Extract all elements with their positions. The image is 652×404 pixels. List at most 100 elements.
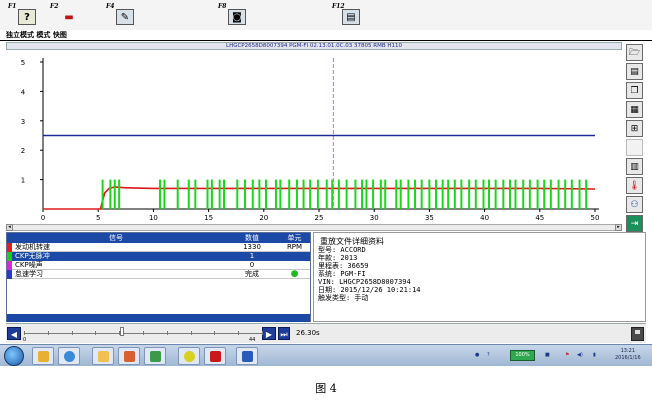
help-tray-icon[interactable]: ? — [487, 352, 490, 358]
y-tick-label: 2 — [21, 147, 25, 155]
x-tick-label: 0 — [41, 214, 45, 222]
col-unit: 单元 — [287, 234, 302, 242]
clock-date: 2016/1/16 — [615, 355, 641, 361]
tray-icon[interactable]: ■ — [545, 352, 550, 358]
signal-name: CKP无脉冲 — [15, 252, 50, 260]
flag-icon[interactable]: ⚑ — [565, 352, 569, 358]
detail-model: 型号: ACCORD — [318, 246, 366, 254]
clock[interactable]: 13:21 2016/1/16 — [615, 348, 641, 362]
timeline-tick — [214, 331, 216, 335]
detail-odometer: 里程表: 36659 — [318, 262, 369, 270]
copy-icon[interactable]: ❐ — [626, 82, 643, 99]
taskbar-app-chrome[interactable] — [178, 347, 200, 365]
timeline-tick — [24, 331, 25, 335]
exit-icon[interactable]: ⇥ — [626, 215, 643, 232]
scroll-left-arrow-icon[interactable]: ◂ — [6, 224, 13, 231]
taskbar-app-explorer[interactable] — [32, 347, 54, 365]
help-icon: ? — [18, 9, 36, 25]
table-row[interactable]: CKP噪声 0 — [7, 261, 310, 270]
y-tick-label: 3 — [21, 118, 25, 126]
replay-timeline: ◀ 0 44 ▶ ⏭ 26.30s — [6, 323, 646, 343]
x-tick-label: 20 — [259, 214, 268, 222]
table-row[interactable]: CKP无脉冲 1 — [7, 252, 310, 261]
signal-chart: 0 5 10 15 20 25 30 35 40 45 50 1 2 3 4 5 — [6, 52, 622, 224]
detail-trigger: 触发类型: 手动 — [318, 294, 369, 302]
timeline-tick — [95, 331, 97, 335]
timeline-tick — [47, 331, 49, 335]
x-tick-label: 35 — [425, 214, 434, 222]
y-tick-label: 5 — [21, 59, 25, 67]
x-tick-label: 45 — [535, 214, 544, 222]
menu-bar: 独立模式 模式 快图 — [0, 30, 652, 41]
signal-value: 1 — [249, 252, 255, 260]
timeline-time: 26.30s — [296, 329, 320, 337]
signal-color-swatch — [7, 243, 12, 252]
start-button[interactable] — [4, 346, 24, 366]
x-tick-label: 5 — [96, 214, 100, 222]
y-tick-label: 4 — [21, 88, 26, 96]
taskbar: ● ? 100% ■ ⚑ ◀) ▮ 13:21 2016/1/16 — [0, 344, 652, 366]
x-tick-label: 30 — [370, 214, 379, 222]
print-icon[interactable]: ▤ — [626, 63, 643, 80]
freeze-frame-icon[interactable]: ▥ — [626, 158, 643, 175]
detail-year: 年款: 2013 — [318, 254, 358, 262]
table-row[interactable]: 怠速学习 完成 ● — [7, 270, 310, 279]
signal-unit: ● — [290, 269, 299, 279]
taskbar-app-acrobat[interactable] — [204, 347, 226, 365]
chart-horizontal-scrollbar[interactable]: ◂ ▸ — [6, 224, 622, 231]
network-icon[interactable]: ● — [475, 352, 479, 358]
taskbar-app-word[interactable] — [236, 347, 258, 365]
timeline-tick — [119, 331, 121, 335]
save-record-icon: ◙ — [228, 9, 246, 25]
function-key-toolbar: F1 ? F2 ▬ F4 ✎ F8 ◙ F12 ▤ — [0, 0, 652, 30]
timeline-tick — [190, 331, 192, 335]
y-tick-label: 1 — [21, 177, 25, 185]
x-tick-label: 15 — [204, 214, 213, 222]
x-tick-label: 25 — [315, 214, 324, 222]
timeline-tick — [166, 331, 168, 335]
thermometer-icon[interactable]: 🌡 — [626, 177, 643, 194]
scroll-right-arrow-icon[interactable]: ▸ — [615, 224, 622, 231]
f8-save-button[interactable]: F8 ◙ — [218, 3, 258, 28]
signal-color-swatch — [7, 261, 12, 270]
table-footer-band — [7, 314, 310, 322]
play-button[interactable]: ▶ — [262, 327, 276, 340]
blank-icon[interactable] — [626, 139, 643, 156]
col-signal: 信号 — [109, 234, 123, 242]
f2-vehicle-button[interactable]: F2 ▬ — [50, 3, 90, 28]
x-tick-label: 40 — [480, 214, 489, 222]
f8-label: F8 — [218, 3, 227, 10]
battery-indicator[interactable]: 100% — [510, 350, 535, 361]
f4-tools-button[interactable]: F4 ✎ — [106, 3, 146, 28]
detail-date: 日期: 2015/12/26 10:21:14 — [318, 286, 421, 294]
timeline-min-label: 0 — [23, 337, 27, 343]
table-row[interactable]: 发动机转速 1330 RPM — [7, 243, 310, 252]
f12-print-button[interactable]: F12 ▤ — [332, 3, 372, 28]
signal-icon[interactable]: ▮ — [593, 352, 596, 358]
taskbar-app-excel[interactable] — [144, 347, 166, 365]
taskbar-app-ie[interactable] — [58, 347, 80, 365]
vehicle-icon: ▬ — [64, 11, 74, 23]
connector-icon[interactable]: ⚇ — [626, 196, 643, 213]
signal-name: 发动机转速 — [15, 243, 50, 251]
skip-end-button[interactable]: ⏭ — [278, 327, 290, 340]
right-toolbar: 🗁 ▤ ❐ ▦ ⊞ ▥ 🌡 ⚇ ⇥ — [624, 42, 646, 232]
rewind-button[interactable]: ◀ — [7, 327, 21, 340]
replay-file-details: 重放文件详细资料 型号: ACCORD 年款: 2013 里程表: 36659 … — [313, 232, 646, 322]
open-folder-icon[interactable]: 🗁 — [626, 44, 643, 61]
signal-value: 1330 — [243, 243, 261, 251]
f1-help-button[interactable]: F1 ? — [8, 3, 48, 28]
timeline-tick — [71, 331, 73, 335]
timeline-max-label: 44 — [249, 337, 256, 343]
mode-menu[interactable]: 独立模式 模式 快图 — [6, 30, 67, 40]
taskbar-app-powerpoint[interactable] — [118, 347, 140, 365]
signal-value: 0 — [249, 261, 255, 269]
vehicle-header: LHGCP2658D8007394 PGM-FI 02.13.01.0C.03 … — [6, 42, 622, 50]
zoom-icon[interactable]: ⊞ — [626, 120, 643, 137]
page-icon[interactable]: ▦ — [626, 101, 643, 118]
taskbar-app-folder[interactable] — [92, 347, 114, 365]
speaker-icon[interactable]: ◀) — [577, 352, 583, 358]
save-icon[interactable] — [631, 327, 644, 341]
signal-table: 信号 数值 单元 发动机转速 1330 RPM CKP无脉冲 1 CKP噪声 0 怠速学习 完成… — [6, 232, 311, 322]
figure-caption: 图 4 — [315, 382, 337, 395]
